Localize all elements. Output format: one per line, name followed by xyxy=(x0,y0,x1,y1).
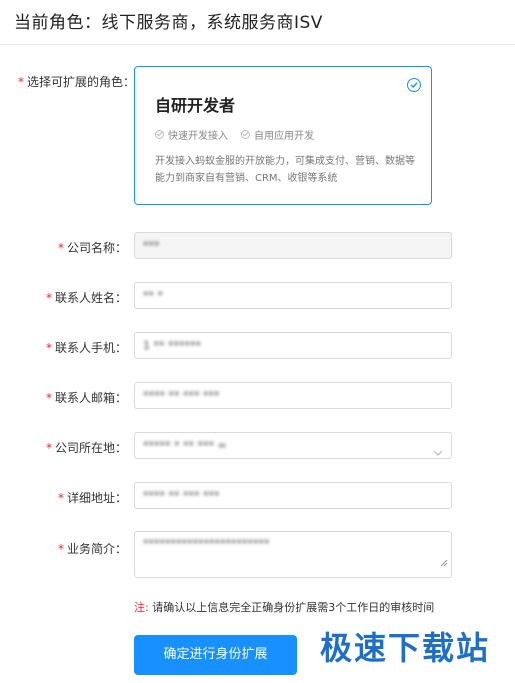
role-select-label-text: 选择可扩展的角色： xyxy=(27,75,136,89)
required-marker: * xyxy=(45,291,52,305)
role-select-label: * 选择可扩展的角色： xyxy=(18,73,135,90)
company-name-field[interactable]: *** xyxy=(134,232,452,259)
submit-extend-button[interactable]: 确定进行身份扩展 xyxy=(134,635,297,675)
contact-email-value: **** ** *** *** xyxy=(143,389,220,402)
business-intro-label: * 业务简介： xyxy=(58,540,127,557)
contact-email-label-text: 联系人邮箱： xyxy=(54,391,127,405)
contact-name-label-text: 联系人姓名： xyxy=(54,291,127,305)
company-location-value: ***** * ** *** = xyxy=(143,439,227,452)
note-prefix: 注: xyxy=(134,601,149,614)
contact-email-label: * 联系人邮箱： xyxy=(46,389,127,406)
chevron-down-icon xyxy=(433,441,443,458)
feature-label: 快速开发接入 xyxy=(168,131,228,142)
feature-self-app: 自用应用开发 xyxy=(241,127,314,142)
company-name-value: *** xyxy=(143,239,160,252)
company-name-label: * 公司名称： xyxy=(58,239,127,256)
business-intro-value: *********************** xyxy=(143,537,270,550)
resize-handle-icon[interactable] xyxy=(440,554,448,574)
contact-phone-input[interactable]: 1 ** ****** xyxy=(134,332,452,359)
role-card-description: 开发接入蚂蚁金服的开放能力，可集成支付、营销、数据等能力到商家自有营销、CRM、… xyxy=(155,156,415,184)
address-detail-label: * 详细地址： xyxy=(58,489,127,506)
check-outline-icon xyxy=(155,130,164,139)
business-intro-label-text: 业务简介： xyxy=(66,542,127,556)
required-marker: * xyxy=(45,341,52,355)
contact-email-input[interactable]: **** ** *** *** xyxy=(134,382,452,409)
note-text: 请确认以上信息完全正确身份扩展需3个工作日的审核时间 xyxy=(148,601,435,614)
required-marker: * xyxy=(45,391,52,405)
required-marker: * xyxy=(18,75,24,89)
watermark-text: 极速下载站 xyxy=(320,629,491,667)
company-location-select[interactable]: ***** * ** *** = xyxy=(134,432,452,459)
page-title: 当前角色：线下服务商，系统服务商ISV xyxy=(14,13,323,33)
review-note: 注: 请确认以上信息完全正确身份扩展需3个工作日的审核时间 xyxy=(134,599,434,615)
address-detail-input[interactable]: **** ** *** *** xyxy=(134,482,452,509)
contact-phone-label: * 联系人手机： xyxy=(46,339,127,356)
role-card-self-developer[interactable]: 自研开发者 快速开发接入 自用应用开发 开发接入蚂蚁金服的开放能力，可集成支付、… xyxy=(134,66,432,205)
check-outline-icon xyxy=(241,130,250,139)
address-detail-value: **** ** *** *** xyxy=(143,489,220,502)
contact-phone-value: 1 ** ****** xyxy=(143,339,201,352)
company-location-label: * 公司所在地： xyxy=(46,439,127,456)
required-marker: * xyxy=(57,542,64,556)
feature-fast-access: 快速开发接入 xyxy=(155,127,228,142)
contact-phone-label-text: 联系人手机： xyxy=(54,341,127,355)
required-marker: * xyxy=(57,241,64,255)
company-name-label-text: 公司名称： xyxy=(66,241,127,255)
role-card-title: 自研开发者 xyxy=(155,96,236,115)
contact-name-label: * 联系人姓名： xyxy=(46,289,127,306)
contact-name-value: ** * xyxy=(143,289,163,302)
required-marker: * xyxy=(45,441,52,455)
required-marker: * xyxy=(57,491,64,505)
feature-label: 自用应用开发 xyxy=(254,131,314,142)
business-intro-textarea[interactable]: *********************** xyxy=(134,531,452,578)
contact-name-input[interactable]: ** * xyxy=(134,282,452,309)
address-detail-label-text: 详细地址： xyxy=(66,491,127,505)
header-divider xyxy=(0,44,515,45)
company-location-label-text: 公司所在地： xyxy=(54,441,127,455)
selected-check-icon xyxy=(407,78,421,92)
